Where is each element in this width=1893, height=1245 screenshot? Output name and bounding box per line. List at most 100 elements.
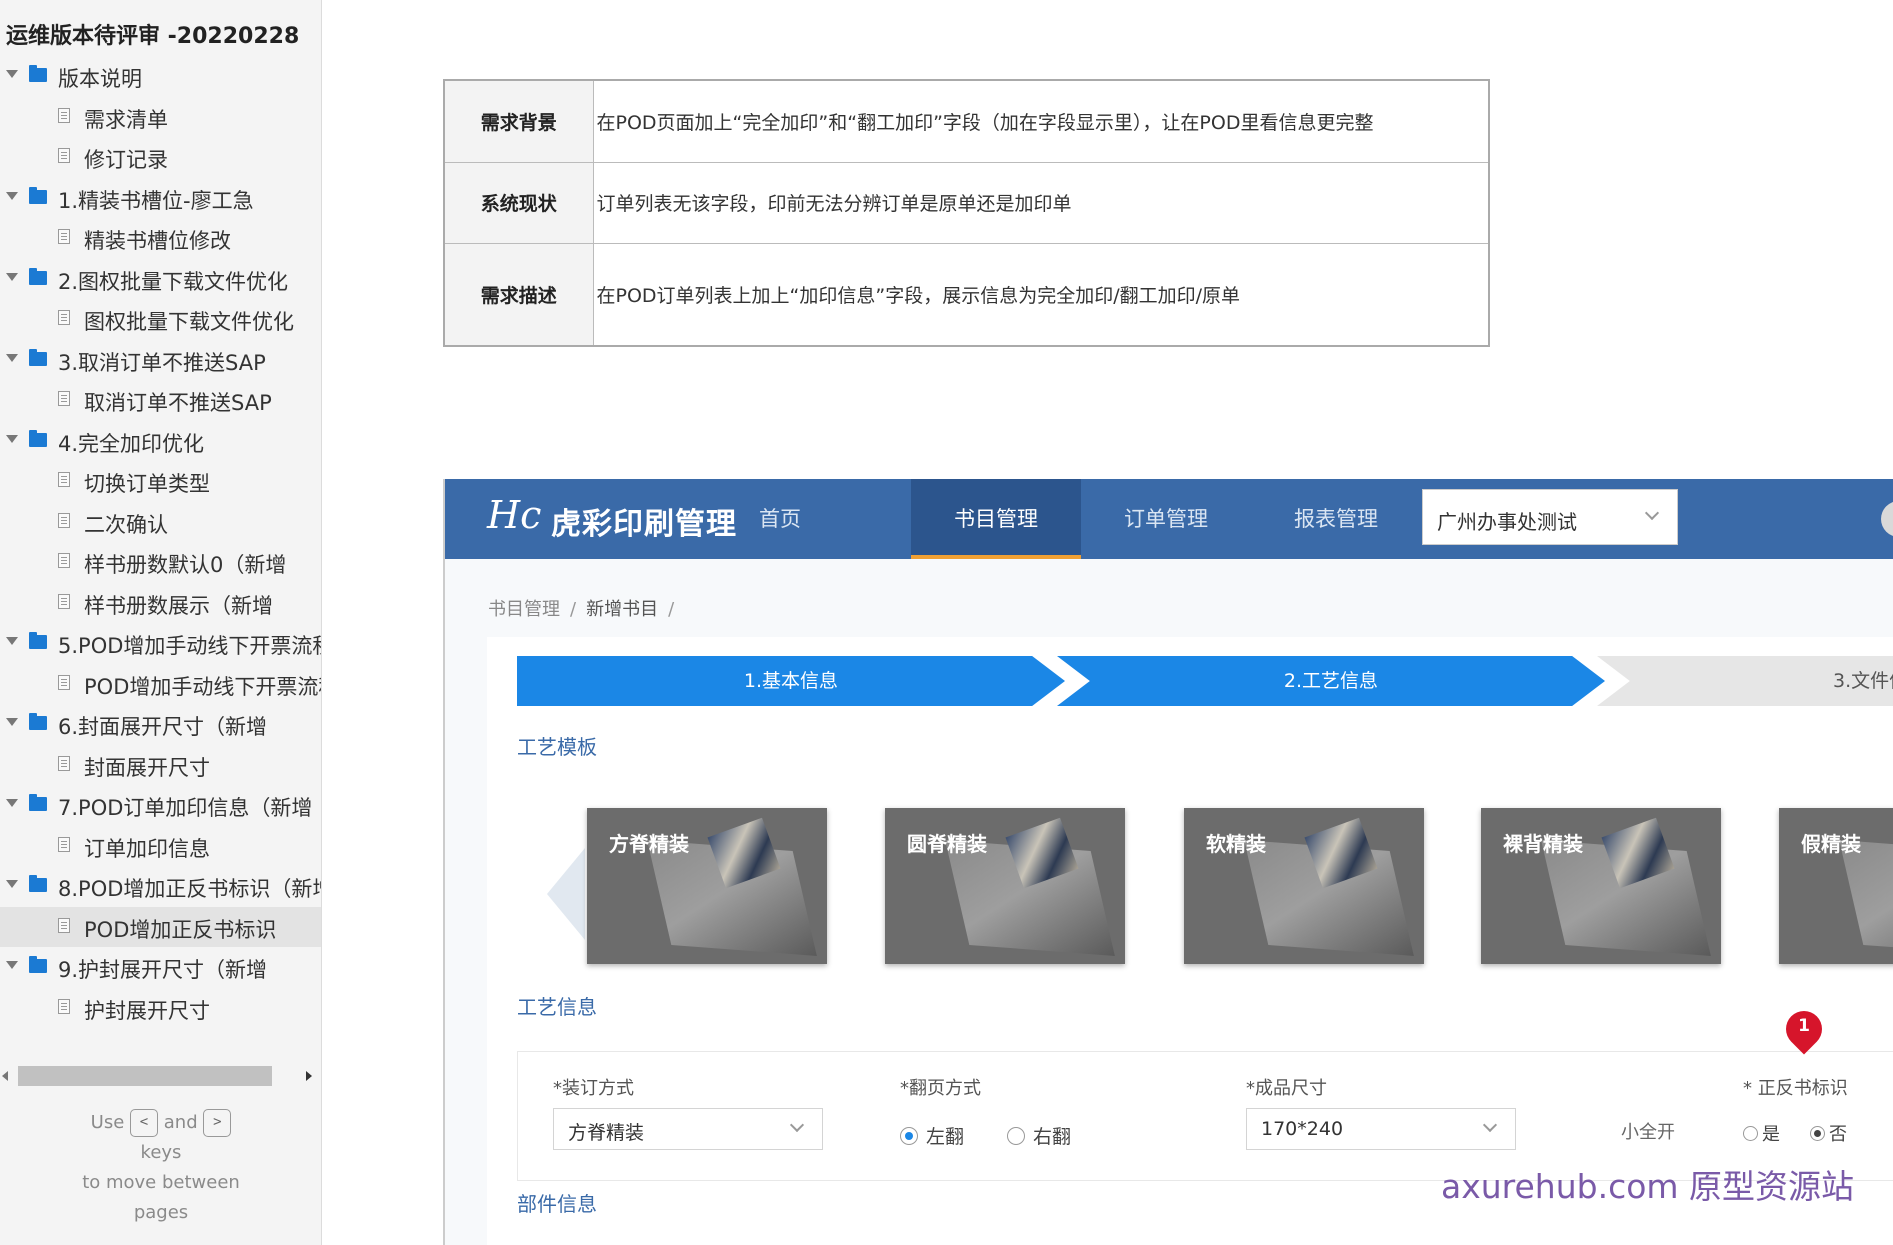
tree-page[interactable]: POD增加正反书标识 xyxy=(0,906,321,947)
org-select[interactable]: 广州办事处测试 xyxy=(1422,489,1678,545)
avatar[interactable] xyxy=(1881,501,1893,537)
size-select[interactable]: 170*240 xyxy=(1246,1108,1516,1150)
tree-page[interactable]: 取消订单不推送SAP xyxy=(0,380,321,421)
page-icon xyxy=(58,391,70,406)
tree-page[interactable]: 切换订单类型 xyxy=(0,461,321,502)
page-icon xyxy=(58,674,70,690)
scroll-left-icon[interactable] xyxy=(2,1071,8,1081)
caret-down-icon[interactable] xyxy=(6,799,18,807)
page-icon xyxy=(58,593,70,609)
page-icon xyxy=(58,229,70,244)
tree-folder[interactable]: 2.图权批量下载文件优化 xyxy=(0,259,321,300)
tree-page[interactable]: 订单加印信息 xyxy=(0,826,321,867)
folder-icon xyxy=(29,794,47,811)
project-title: 运维版本待评审 -20220228 xyxy=(6,24,300,49)
step-file-info-label: 3.文件信 xyxy=(1833,670,1893,692)
folder-icon xyxy=(29,956,47,973)
radio-front-back-no[interactable]: 否 xyxy=(1810,1120,1847,1146)
scroll-right-icon[interactable] xyxy=(306,1071,312,1081)
template-card[interactable]: 假精装 xyxy=(1779,808,1893,964)
carousel-prev-icon[interactable] xyxy=(547,848,585,940)
nav-reports[interactable]: 报表管理 xyxy=(1271,479,1401,559)
nav-home[interactable]: 首页 xyxy=(725,479,835,559)
radio-front-back-yes[interactable]: 是 xyxy=(1743,1120,1780,1146)
tree-item-label: 5.POD增加手动线下开票流程 xyxy=(58,634,322,658)
step-basic-info[interactable]: 1.基本信息 xyxy=(517,656,1065,706)
caret-down-icon[interactable] xyxy=(6,191,18,200)
size-value: 170*240 xyxy=(1261,1118,1344,1140)
caret-down-icon[interactable] xyxy=(6,434,18,443)
breadcrumb-item[interactable]: 新增书目 xyxy=(586,599,658,620)
caret-down-icon[interactable] xyxy=(6,353,18,362)
tree-page[interactable]: POD增加手动线下开票流程 xyxy=(0,664,321,705)
breadcrumb: 书目管理 / 新增书目 / xyxy=(488,595,684,621)
logo-text: 虎彩印刷管理 xyxy=(551,507,737,542)
template-name: 裸背精装 xyxy=(1503,832,1583,856)
page-icon xyxy=(58,148,70,163)
binding-select[interactable]: 方脊精装 xyxy=(553,1108,823,1150)
template-card[interactable]: 圆脊精装 xyxy=(885,808,1125,964)
parts-section-title: 部件信息 xyxy=(517,1192,597,1216)
tree-page[interactable]: 护封展开尺寸 xyxy=(0,988,321,1029)
tree-folder[interactable]: 3.取消订单不推送SAP xyxy=(0,340,321,381)
caret-down-icon[interactable] xyxy=(6,961,18,969)
hint-to-move: to move between xyxy=(82,1172,240,1193)
page-icon xyxy=(58,755,70,771)
template-name: 圆脊精装 xyxy=(907,832,987,856)
form-card: 1.基本信息 2.工艺信息 3.文件信 工艺模板 方脊精装 圆脊精装 软精装 裸… xyxy=(487,637,1893,1245)
tree-page[interactable]: 需求清单 xyxy=(0,97,321,138)
radio-right-turn[interactable]: 右翻 xyxy=(1007,1122,1071,1149)
tree-item-label: 需求清单 xyxy=(84,107,168,132)
page-icon xyxy=(58,836,70,852)
template-card[interactable]: 软精装 xyxy=(1184,808,1424,964)
tree-page[interactable]: 封面展开尺寸 xyxy=(0,745,321,786)
template-card[interactable]: 裸背精装 xyxy=(1481,808,1721,964)
nav-orders[interactable]: 订单管理 xyxy=(1101,479,1231,559)
page-icon xyxy=(58,472,70,487)
tree-folder[interactable]: 4.完全加印优化 xyxy=(0,421,321,462)
page-icon xyxy=(58,107,70,123)
breadcrumb-separator: / xyxy=(570,599,577,620)
tree-folder[interactable]: 8.POD增加正反书标识（新增 xyxy=(0,866,321,907)
chevron-down-icon xyxy=(789,1117,805,1133)
tree-page[interactable]: 样书册数默认0（新增 xyxy=(0,542,321,583)
page-tree: 版本说明需求清单修订记录 1.精装书槽位-廖工急 精装书槽位修改 2.图权批量下载文件… xyxy=(0,56,322,1029)
tree-page[interactable]: 二次确认 xyxy=(0,502,321,543)
template-name: 假精装 xyxy=(1801,832,1861,856)
template-name: 方脊精装 xyxy=(609,832,689,856)
tree-page[interactable]: 修订记录 xyxy=(0,137,321,178)
tree-folder[interactable]: 6.封面展开尺寸（新增 xyxy=(0,704,321,745)
caret-down-icon[interactable] xyxy=(6,70,18,78)
tree-page[interactable]: 样书册数展示（新增 xyxy=(0,583,321,624)
radio-checked-icon xyxy=(1810,1125,1825,1141)
caret-down-icon[interactable] xyxy=(6,880,18,888)
scrollbar-thumb[interactable] xyxy=(18,1066,272,1086)
size-label: *成品尺寸 xyxy=(1246,1078,1327,1099)
tree-folder[interactable]: 7.POD订单加印信息（新增 xyxy=(0,785,321,826)
tree-page[interactable]: 图权批量下载文件优化 xyxy=(0,299,321,340)
org-select-value: 广州办事处测试 xyxy=(1437,510,1577,534)
hint-and: and xyxy=(163,1112,198,1133)
app-prototype: Hc 虎彩印刷管理 首页 书目管理 订单管理 报表管理 广州办事处测试 书目管理… xyxy=(443,479,1893,1245)
req-key-description: 需求描述 xyxy=(443,242,594,347)
horizontal-scrollbar[interactable] xyxy=(0,1064,321,1088)
tree-folder[interactable]: 版本说明 xyxy=(0,56,321,97)
folder-icon xyxy=(29,632,47,649)
tree-item-label: 切换订单类型 xyxy=(84,472,210,496)
caret-down-icon[interactable] xyxy=(6,272,18,281)
caret-down-icon[interactable] xyxy=(6,718,18,726)
nav-catalog[interactable]: 书目管理 xyxy=(911,479,1081,559)
tree-item-label: 订单加印信息 xyxy=(84,836,210,861)
tree-folder[interactable]: 5.POD增加手动线下开票流程 xyxy=(0,623,322,664)
radio-left-turn[interactable]: 左翻 xyxy=(900,1122,964,1149)
step-file-info[interactable]: 3.文件信 xyxy=(1597,656,1893,706)
tree-folder[interactable]: 9.护封展开尺寸（新增 xyxy=(0,947,321,988)
template-card[interactable]: 方脊精装 xyxy=(587,808,827,964)
tree-page[interactable]: 精装书槽位修改 xyxy=(0,218,321,259)
tree-folder[interactable]: 1.精装书槽位-廖工急 xyxy=(0,178,321,219)
caret-down-icon[interactable] xyxy=(6,637,18,645)
hint-pages: pages xyxy=(133,1202,189,1223)
step-craft-info[interactable]: 2.工艺信息 xyxy=(1057,656,1605,706)
breadcrumb-item[interactable]: 书目管理 xyxy=(488,599,560,620)
tree-item-label: 二次确认 xyxy=(84,512,168,537)
